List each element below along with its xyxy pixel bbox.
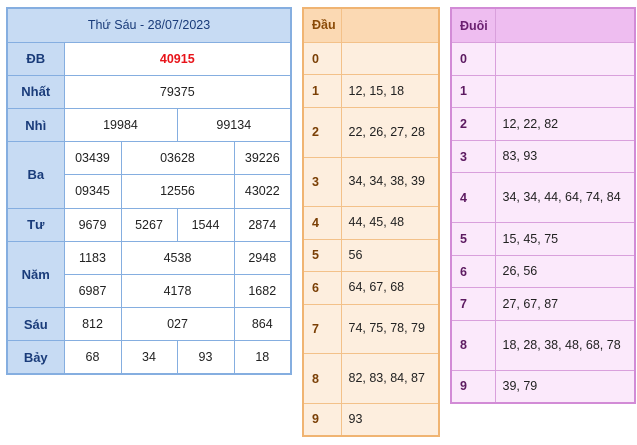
duoi-values: 83, 93 (494, 139, 636, 174)
fifth-prize-number: 4178 (120, 273, 235, 309)
fourth-prize-number: 1544 (176, 207, 235, 242)
fifth-prize-number: 4538 (120, 240, 235, 275)
duoi-key: 4 (450, 172, 496, 224)
fifth-prize-number: 6987 (63, 273, 122, 309)
duoi-values: 18, 28, 38, 48, 68, 78 (494, 319, 636, 371)
dau-key: 5 (302, 238, 342, 273)
dau-values: 82, 83, 84, 87 (340, 353, 440, 404)
duoi-values (494, 74, 636, 109)
dau-values (340, 41, 440, 76)
special-prize-number: 40915 (63, 41, 292, 76)
fourth-prize-number: 5267 (120, 207, 178, 242)
duoi-key: 5 (450, 222, 496, 256)
fourth-prize-number: 2874 (233, 207, 292, 242)
fifth-prize-number: 1682 (233, 273, 292, 309)
dau-key: 1 (302, 74, 342, 108)
seventh-prize-number: 18 (233, 340, 292, 375)
seventh-prize-number: 68 (63, 340, 122, 375)
sixth-prize-number: 864 (233, 307, 292, 342)
prize-label-db: ĐB (6, 41, 65, 76)
duoi-table: Đuôi 0 1 2 12, 22, 82 3 83, 93 4 34, 34, 44… (450, 7, 636, 404)
third-prize-number: 43022 (233, 174, 292, 209)
sixth-prize-number: 812 (63, 307, 122, 342)
duoi-key: 1 (450, 74, 496, 109)
dau-header: Đầu (302, 7, 342, 43)
dau-values: 93 (340, 402, 440, 437)
first-prize-number: 79375 (63, 74, 292, 110)
duoi-key: 7 (450, 287, 496, 321)
prize-label-nhi: Nhì (6, 108, 65, 143)
duoi-values: 34, 34, 44, 64, 74, 84 (494, 172, 636, 224)
duoi-header: Đuôi (450, 7, 496, 44)
duoi-header-blank (494, 7, 636, 44)
sixth-prize-number: 027 (120, 307, 235, 342)
fifth-prize-number: 2948 (233, 240, 292, 275)
fifth-prize-number: 1183 (63, 240, 122, 275)
dau-header-blank (340, 7, 440, 43)
third-prize-number: 09345 (63, 174, 122, 209)
dau-key: 4 (302, 206, 342, 240)
duoi-key: 6 (450, 254, 496, 289)
prize-label-bay: Bảy (6, 340, 65, 375)
third-prize-number: 03628 (120, 141, 235, 176)
duoi-key: 8 (450, 319, 496, 371)
dau-values: 34, 34, 38, 39 (340, 156, 440, 208)
duoi-values: 27, 67, 87 (494, 287, 636, 321)
second-prize-number: 99134 (176, 108, 292, 143)
seventh-prize-number: 34 (120, 340, 178, 375)
duoi-key: 0 (450, 42, 496, 76)
second-prize-number: 19984 (63, 108, 178, 143)
prize-label-tu: Tư (6, 207, 65, 242)
dau-values: 44, 45, 48 (340, 206, 440, 240)
fourth-prize-number: 9679 (63, 207, 122, 242)
dau-values: 12, 15, 18 (340, 74, 440, 108)
dau-values: 64, 67, 68 (340, 271, 440, 305)
prize-label-nam: Năm (6, 240, 65, 309)
dau-key: 3 (302, 156, 342, 208)
duoi-key: 3 (450, 139, 496, 174)
dau-values: 56 (340, 238, 440, 273)
prize-label-nhat: Nhất (6, 74, 65, 110)
duoi-values: 39, 79 (494, 369, 636, 404)
prize-label-sau: Sáu (6, 307, 65, 342)
seventh-prize-number: 93 (176, 340, 235, 375)
third-prize-number: 39226 (233, 141, 292, 176)
duoi-values (494, 42, 636, 76)
dau-values: 22, 26, 27, 28 (340, 106, 440, 158)
duoi-values: 12, 22, 82 (494, 107, 636, 141)
duoi-key: 9 (450, 369, 496, 404)
third-prize-number: 03439 (63, 141, 122, 176)
dau-key: 0 (302, 41, 342, 76)
dau-key: 2 (302, 106, 342, 158)
dau-key: 8 (302, 353, 342, 404)
duoi-values: 15, 45, 75 (494, 222, 636, 256)
third-prize-number: 12556 (120, 174, 235, 209)
duoi-key: 2 (450, 107, 496, 141)
lottery-results-table: Thứ Sáu - 28/07/2023 ĐB 40915 Nhất 79375… (6, 7, 293, 375)
dau-key: 7 (302, 303, 342, 355)
dau-table: Đầu 0 1 12, 15, 18 2 22, 26, 27, 28 3 34, 3… (302, 7, 440, 437)
dau-values: 74, 75, 78, 79 (340, 303, 440, 355)
dau-key: 6 (302, 271, 342, 305)
dau-key: 9 (302, 402, 342, 437)
duoi-values: 26, 56 (494, 254, 636, 289)
prize-label-ba: Ba (6, 141, 65, 209)
results-date-header: Thứ Sáu - 28/07/2023 (6, 7, 292, 43)
